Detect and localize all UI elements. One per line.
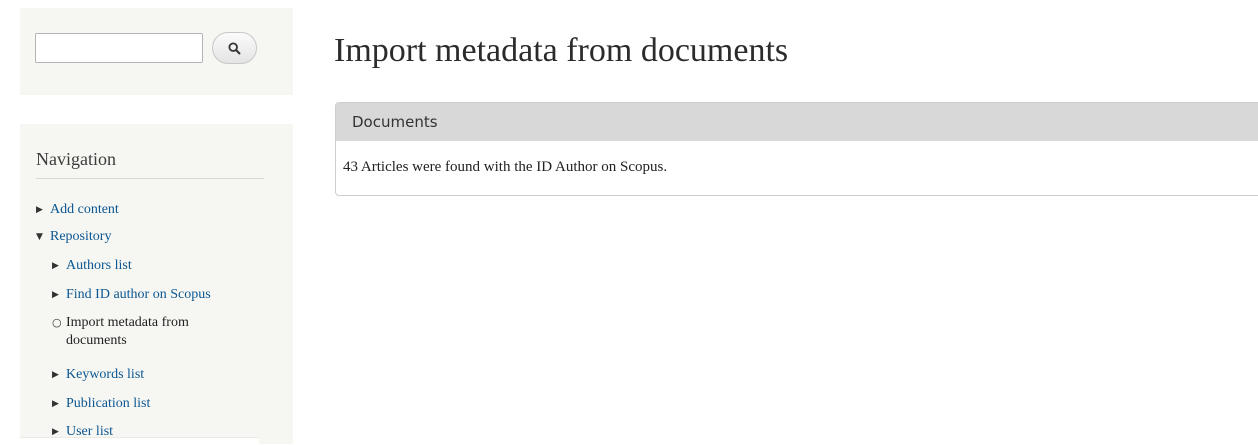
nav-link-keywords-list[interactable]: Keywords list (66, 366, 144, 384)
nav-link-import-metadata[interactable]: Import metadata from documents (66, 314, 246, 350)
page-title: Import metadata from documents (334, 32, 789, 69)
collapsed-arrow-icon: ▶ (52, 290, 59, 300)
search-input[interactable] (35, 33, 203, 63)
search-icon (228, 41, 241, 55)
collapsed-arrow-icon: ▶ (52, 399, 59, 409)
navigation-divider (36, 178, 264, 179)
leaf-circle-icon: ○ (52, 316, 62, 329)
nav-link-authors-list[interactable]: Authors list (66, 257, 132, 275)
search-button[interactable] (212, 32, 257, 64)
navigation-title: Navigation (36, 149, 116, 169)
status-message: 43 Articles were found with the ID Autho… (343, 159, 668, 175)
navigation-block: Navigation ▶ Add content ▼ Repository ▶ … (20, 124, 293, 444)
expanded-arrow-icon: ▼ (36, 232, 43, 242)
collapsed-arrow-icon: ▶ (52, 261, 59, 271)
documents-fieldset: Documents 43 Articles were found with th… (335, 102, 1258, 196)
search-block (20, 8, 293, 95)
nav-link-add-content[interactable]: Add content (50, 201, 119, 219)
fieldset-legend: Documents (336, 103, 1258, 141)
nav-link-publication-list[interactable]: Publication list (66, 395, 150, 413)
collapsed-arrow-icon: ▶ (52, 370, 59, 380)
nav-link-find-id-author[interactable]: Find ID author on Scopus (66, 286, 211, 304)
nav-link-repository[interactable]: Repository (50, 228, 111, 246)
collapsed-arrow-icon: ▶ (36, 205, 43, 215)
